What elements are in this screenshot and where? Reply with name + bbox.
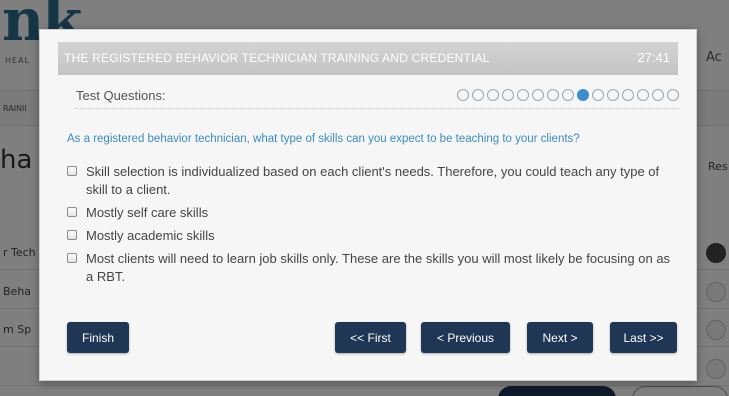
answer-label[interactable]: Mostly self care skills [86, 204, 208, 222]
answer-label[interactable]: Most clients will need to learn job skil… [86, 250, 677, 286]
answer-option[interactable]: Skill selection is individualized based … [67, 163, 677, 199]
test-questions-bar: Test Questions: [74, 85, 679, 109]
question-progress-dots [457, 89, 679, 101]
answer-checkbox[interactable] [67, 207, 77, 217]
answer-option[interactable]: Mostly academic skills [67, 227, 677, 245]
last-button[interactable]: Last >> [610, 322, 677, 353]
question-dot[interactable] [562, 89, 574, 101]
finish-button[interactable]: Finish [67, 322, 129, 353]
answer-label[interactable]: Mostly academic skills [86, 227, 215, 245]
question-dot[interactable] [547, 89, 559, 101]
question-dot[interactable] [607, 89, 619, 101]
previous-button[interactable]: < Previous [421, 322, 510, 353]
question-dot[interactable] [517, 89, 529, 101]
question-dot[interactable] [472, 89, 484, 101]
question-dot[interactable] [502, 89, 514, 101]
answer-checkbox[interactable] [67, 230, 77, 240]
question-dot[interactable] [487, 89, 499, 101]
answer-checkbox[interactable] [67, 253, 77, 263]
question-dot[interactable] [667, 89, 679, 101]
answer-option[interactable]: Most clients will need to learn job skil… [67, 250, 677, 286]
question-dot[interactable] [592, 89, 604, 101]
next-button[interactable]: Next > [527, 322, 593, 353]
question-dot[interactable] [457, 89, 469, 101]
countdown-timer: 27:41 [637, 50, 670, 65]
first-button[interactable]: << First [335, 322, 406, 353]
answer-option[interactable]: Mostly self care skills [67, 204, 677, 222]
question-dot[interactable] [652, 89, 664, 101]
question-dot[interactable] [622, 89, 634, 101]
modal-header: THE REGISTERED BEHAVIOR TECHNICIAN TRAIN… [58, 42, 678, 75]
answer-checkbox[interactable] [67, 166, 77, 176]
answer-label[interactable]: Skill selection is individualized based … [86, 163, 677, 199]
test-modal: THE REGISTERED BEHAVIOR TECHNICIAN TRAIN… [39, 29, 697, 381]
question-text: As a registered behavior technician, wha… [67, 133, 580, 145]
question-dot[interactable] [637, 89, 649, 101]
modal-title: THE REGISTERED BEHAVIOR TECHNICIAN TRAIN… [64, 51, 490, 65]
current-question-dot[interactable] [577, 89, 589, 101]
question-dot[interactable] [532, 89, 544, 101]
answer-options: Skill selection is individualized based … [67, 163, 677, 291]
test-questions-label: Test Questions: [76, 88, 166, 103]
